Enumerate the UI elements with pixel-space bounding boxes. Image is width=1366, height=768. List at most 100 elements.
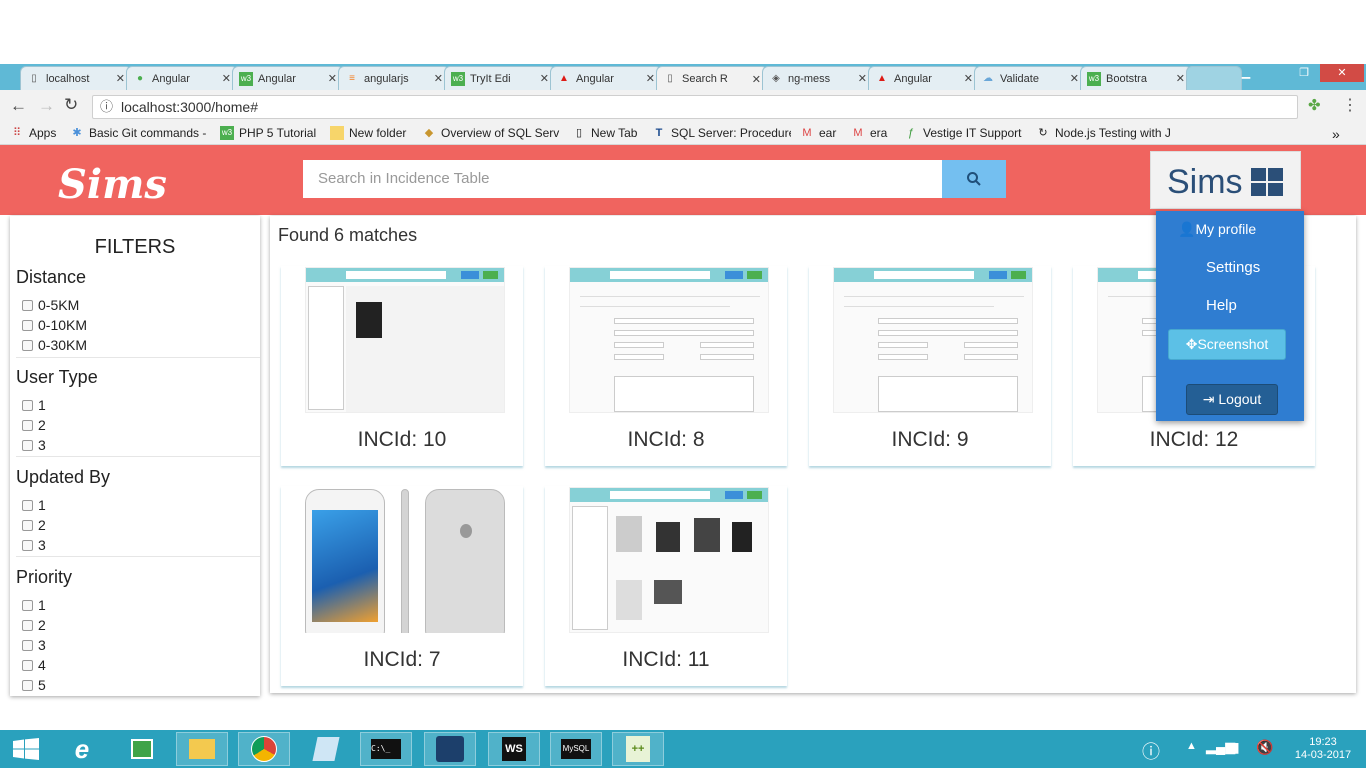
filter-option[interactable]: 3 [22, 637, 46, 653]
bookmark-git[interactable]: ✱ Basic Git commands - [70, 126, 206, 140]
tab-angularjs[interactable]: ≡ angularjs ✕ [338, 66, 450, 90]
bookmark-new-tab[interactable]: ▯ New Tab [572, 126, 638, 140]
tab-angular-1[interactable]: ● Angular ✕ [126, 66, 238, 90]
close-icon[interactable]: ✕ [540, 72, 549, 85]
close-icon[interactable]: ✕ [646, 72, 655, 85]
checkbox[interactable] [22, 339, 33, 351]
checkbox[interactable] [22, 319, 33, 331]
filter-option[interactable]: 0-30KM [22, 337, 87, 353]
ie-icon[interactable]: e [56, 732, 108, 766]
checkbox[interactable] [22, 659, 33, 671]
filter-option[interactable]: 4 [22, 657, 46, 673]
checkbox[interactable] [22, 419, 33, 431]
close-icon[interactable]: ✕ [434, 72, 443, 85]
webstorm-icon[interactable]: WS [488, 732, 540, 766]
bookmark-vestige[interactable]: ƒ Vestige IT Support [904, 126, 1022, 140]
tab-ng-messages[interactable]: ◈ ng-mess ✕ [762, 66, 874, 90]
filter-option[interactable]: 0-5KM [22, 297, 79, 313]
bookmark-ear[interactable]: Mear [800, 126, 836, 140]
minimize-icon[interactable]: ▁ [1232, 64, 1260, 82]
show-hidden-icons-icon[interactable]: ▲ [1186, 740, 1197, 752]
extension-icon[interactable]: ✤ [1308, 96, 1321, 114]
help-item[interactable]: Help [1206, 297, 1237, 314]
checkbox[interactable] [22, 299, 33, 311]
search-button[interactable] [942, 160, 1006, 198]
close-icon[interactable]: ✕ [1070, 72, 1079, 85]
network-info-icon[interactable]: ⓘ [1142, 738, 1160, 764]
filter-option[interactable]: 3 [22, 437, 46, 453]
filter-option[interactable]: 0-10KM [22, 317, 87, 333]
tab-bootstrap[interactable]: w3 Bootstra ✕ [1080, 66, 1192, 90]
power-icon[interactable]: ▮ [1232, 739, 1240, 756]
reload-icon[interactable]: ↻ [64, 95, 78, 115]
close-icon[interactable]: ✕ [1176, 72, 1185, 85]
bookmark-new-folder[interactable]: New folder [330, 126, 406, 140]
checkbox[interactable] [22, 639, 33, 651]
forward-icon[interactable]: → [38, 96, 55, 116]
incident-thumbnail[interactable] [569, 267, 769, 413]
start-button[interactable] [0, 732, 52, 766]
tab-search-results[interactable]: ▯ Search R ✕ [656, 66, 768, 91]
filter-option[interactable]: 1 [22, 397, 46, 413]
filter-option[interactable]: 5 [22, 677, 46, 693]
close-icon[interactable]: ✕ [858, 72, 867, 85]
filter-option[interactable]: 3 [22, 537, 46, 553]
filter-option[interactable]: 1 [22, 497, 46, 513]
logout-button[interactable]: ⇥ Logout [1186, 384, 1278, 415]
close-icon[interactable]: ✕ [328, 72, 337, 85]
checkbox[interactable] [22, 499, 33, 511]
filter-option[interactable]: 1 [22, 597, 46, 613]
sims-logo[interactable]: Sims [58, 160, 188, 210]
bookmark-apps[interactable]: ⠿ Apps [10, 126, 56, 140]
settings-item[interactable]: Settings [1206, 259, 1260, 276]
bookmark-sql-overview[interactable]: ◆ Overview of SQL Serv [422, 126, 573, 140]
search-input[interactable]: Search in Incidence Table [303, 160, 943, 198]
incident-card[interactable]: INCId: 10 [281, 266, 523, 466]
notepad-icon[interactable] [300, 732, 352, 766]
menu-icon[interactable]: ⋮ [1342, 95, 1358, 115]
tab-angular-2[interactable]: w3 Angular ✕ [232, 66, 344, 90]
close-window-icon[interactable]: ✕ [1320, 64, 1364, 82]
tab-tryit[interactable]: w3 TryIt Edi ✕ [444, 66, 556, 90]
chrome-icon[interactable] [238, 732, 290, 766]
tab-angular-3[interactable]: ▲ Angular ✕ [550, 66, 662, 90]
bookmark-era[interactable]: Mera [851, 126, 887, 140]
system-clock[interactable]: 19:23 14-03-2017 [1288, 736, 1358, 762]
file-explorer-icon[interactable] [176, 732, 228, 766]
bookmark-php[interactable]: w3 PHP 5 Tutorial [220, 126, 316, 140]
bookmark-nodejs[interactable]: ↻ Node.js Testing with J [1036, 126, 1189, 140]
checkbox[interactable] [22, 519, 33, 531]
volume-icon[interactable]: 🔇 [1256, 739, 1273, 756]
filter-option[interactable]: 2 [22, 617, 46, 633]
incident-card[interactable]: INCId: 7 [281, 486, 523, 686]
checkbox[interactable] [22, 599, 33, 611]
notepadpp-icon[interactable]: ++ [612, 732, 664, 766]
close-icon[interactable]: ✕ [222, 72, 231, 85]
tab-validate[interactable]: ☁ Validate ✕ [974, 66, 1086, 90]
incident-thumbnail[interactable] [305, 487, 505, 633]
checkbox[interactable] [22, 439, 33, 451]
cmd-icon[interactable]: C:\_ [360, 732, 412, 766]
bookmarks-overflow-button[interactable]: » [1332, 126, 1340, 142]
checkbox[interactable] [22, 619, 33, 631]
mysql-workbench-icon[interactable] [424, 732, 476, 766]
incident-thumbnail[interactable] [569, 487, 769, 633]
incident-card[interactable]: INCId: 8 [545, 266, 787, 466]
incident-thumbnail[interactable] [305, 267, 505, 413]
my-profile-item[interactable]: 👤My profile [1178, 221, 1256, 238]
checkbox[interactable] [22, 679, 33, 691]
incident-card[interactable]: INCId: 9 [809, 266, 1051, 466]
close-icon[interactable]: ✕ [116, 72, 125, 85]
close-icon[interactable]: ✕ [964, 72, 973, 85]
bookmark-sql-procedure[interactable]: T SQL Server: Procedure [652, 126, 791, 140]
tab-angular-4[interactable]: ▲ Angular ✕ [868, 66, 980, 90]
filter-option[interactable]: 2 [22, 517, 46, 533]
close-icon[interactable]: ✕ [752, 73, 761, 86]
checkbox[interactable] [22, 539, 33, 551]
user-menu-toggle[interactable]: Sims [1150, 151, 1301, 209]
maximize-icon[interactable]: ❐ [1290, 64, 1318, 82]
incident-card[interactable]: INCId: 11 [545, 486, 787, 686]
url-input[interactable]: ⓘ localhost:3000/home# [92, 95, 1298, 119]
mysql-console-icon[interactable]: MySQL [550, 732, 602, 766]
back-icon[interactable]: ← [10, 96, 27, 116]
